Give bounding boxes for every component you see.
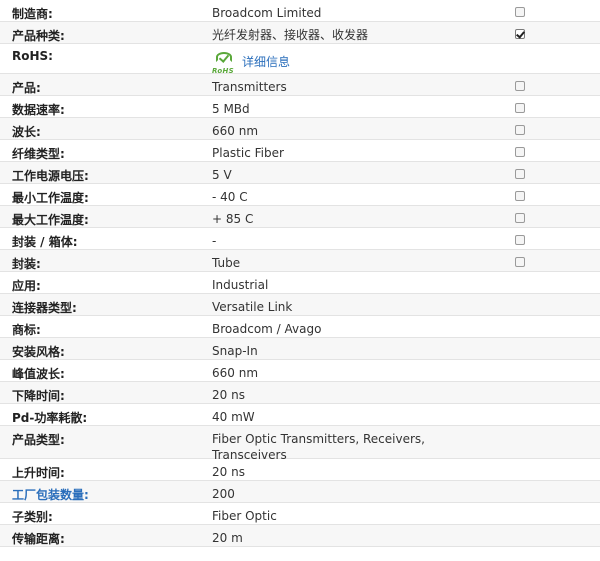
spec-row: Pd-功率耗散: 40 mW <box>0 404 600 426</box>
spec-label: 传输距离: <box>12 532 65 546</box>
spec-value: Tube <box>212 256 241 270</box>
product-spec-table: 制造商: Broadcom Limited 产品种类: 光纤发射器、接收器、收发器 Ro… <box>0 0 600 547</box>
spec-value: Broadcom / Avago <box>212 322 322 336</box>
filter-checkbox[interactable] <box>515 235 525 245</box>
spec-row: 连接器类型: Versatile Link <box>0 294 600 316</box>
spec-row: 制造商: Broadcom Limited <box>0 0 600 22</box>
rohs-details-link[interactable]: 详细信息 <box>242 54 290 70</box>
spec-label: 应用: <box>12 279 41 293</box>
spec-label: 数据速率: <box>12 103 65 117</box>
spec-value: 200 <box>212 487 235 501</box>
spec-label: 波长: <box>12 125 41 139</box>
spec-value: Plastic Fiber <box>212 146 284 160</box>
spec-value: 20 m <box>212 531 243 545</box>
spec-row: 产品: Transmitters <box>0 74 600 96</box>
spec-label: 商标: <box>12 323 41 337</box>
spec-value: - 40 C <box>212 190 248 204</box>
spec-label: 连接器类型: <box>12 301 77 315</box>
spec-label: 工作电源电压: <box>12 169 89 183</box>
spec-row: 应用: Industrial <box>0 272 600 294</box>
spec-label: 制造商: <box>12 7 53 21</box>
spec-row: 工厂包装数量: 200 <box>0 481 600 503</box>
spec-row: 传输距离: 20 m <box>0 525 600 547</box>
spec-label: 上升时间: <box>12 466 65 480</box>
spec-row: 下降时间: 20 ns <box>0 382 600 404</box>
rohs-status: RoHS 详细信息 <box>212 52 502 75</box>
spec-row: 封装: Tube <box>0 250 600 272</box>
spec-value: 660 nm <box>212 366 259 380</box>
spec-label: 产品类型: <box>12 433 65 447</box>
spec-row: 安装风格: Snap-In <box>0 338 600 360</box>
spec-value: Fiber Optic <box>212 509 277 523</box>
filter-checkbox[interactable] <box>515 147 525 157</box>
spec-label: 最大工作温度: <box>12 213 89 227</box>
spec-label: 封装: <box>12 257 41 271</box>
spec-row: 峰值波长: 660 nm <box>0 360 600 382</box>
filter-checkbox[interactable] <box>515 7 525 17</box>
filter-checkbox[interactable] <box>515 125 525 135</box>
spec-value: 660 nm <box>212 124 259 138</box>
spec-row: 产品种类: 光纤发射器、接收器、收发器 <box>0 22 600 44</box>
filter-checkbox[interactable] <box>515 169 525 179</box>
spec-row: 子类别: Fiber Optic <box>0 503 600 525</box>
spec-value: Transmitters <box>212 80 287 94</box>
spec-label: 峰值波长: <box>12 367 65 381</box>
spec-value: 20 ns <box>212 388 245 402</box>
spec-value: Snap-In <box>212 344 258 358</box>
spec-label: RoHS: <box>12 49 53 63</box>
spec-row: RoHS: RoHS 详细信息 <box>0 44 600 75</box>
filter-checkbox[interactable] <box>515 81 525 91</box>
spec-label: 安装风格: <box>12 345 65 359</box>
spec-label: 产品: <box>12 81 41 95</box>
spec-row: 工作电源电压: 5 V <box>0 162 600 184</box>
spec-label[interactable]: 工厂包装数量: <box>12 486 89 503</box>
spec-value: 20 ns <box>212 465 245 479</box>
spec-value: 40 mW <box>212 410 255 424</box>
filter-checkbox[interactable] <box>515 213 525 223</box>
spec-value: + 85 C <box>212 212 254 226</box>
spec-label: 封装 / 箱体: <box>12 235 78 249</box>
spec-value: Broadcom Limited <box>212 6 322 20</box>
spec-row: 数据速率: 5 MBd <box>0 96 600 118</box>
rohs-leaf-icon: RoHS <box>212 52 236 75</box>
spec-row: 波长: 660 nm <box>0 118 600 140</box>
spec-value: 光纤发射器、接收器、收发器 <box>212 28 369 42</box>
spec-label: 最小工作温度: <box>12 191 89 205</box>
spec-row: 最大工作温度: + 85 C <box>0 206 600 228</box>
spec-value: - <box>212 234 217 248</box>
spec-row: 产品类型: Fiber Optic Transmitters, Receivers… <box>0 426 600 462</box>
spec-value: 5 V <box>212 168 232 182</box>
spec-row: 商标: Broadcom / Avago <box>0 316 600 338</box>
filter-checkbox[interactable] <box>515 191 525 201</box>
spec-label: 产品种类: <box>12 29 65 43</box>
spec-row: 最小工作温度: - 40 C <box>0 184 600 206</box>
spec-row: 上升时间: 20 ns <box>0 459 600 481</box>
spec-value: 5 MBd <box>212 102 250 116</box>
spec-label: 纤维类型: <box>12 147 65 161</box>
spec-row: 封装 / 箱体: - <box>0 228 600 250</box>
filter-checkbox-checked[interactable] <box>515 29 525 39</box>
filter-checkbox[interactable] <box>515 103 525 113</box>
spec-label: Pd-功率耗散: <box>12 411 88 425</box>
spec-label: 下降时间: <box>12 389 65 403</box>
spec-label: 子类别: <box>12 510 53 524</box>
filter-checkbox[interactable] <box>515 257 525 267</box>
spec-row: 纤维类型: Plastic Fiber <box>0 140 600 162</box>
spec-value: Industrial <box>212 278 269 292</box>
spec-value: Versatile Link <box>212 300 293 314</box>
spec-value: RoHS 详细信息 <box>212 52 502 75</box>
